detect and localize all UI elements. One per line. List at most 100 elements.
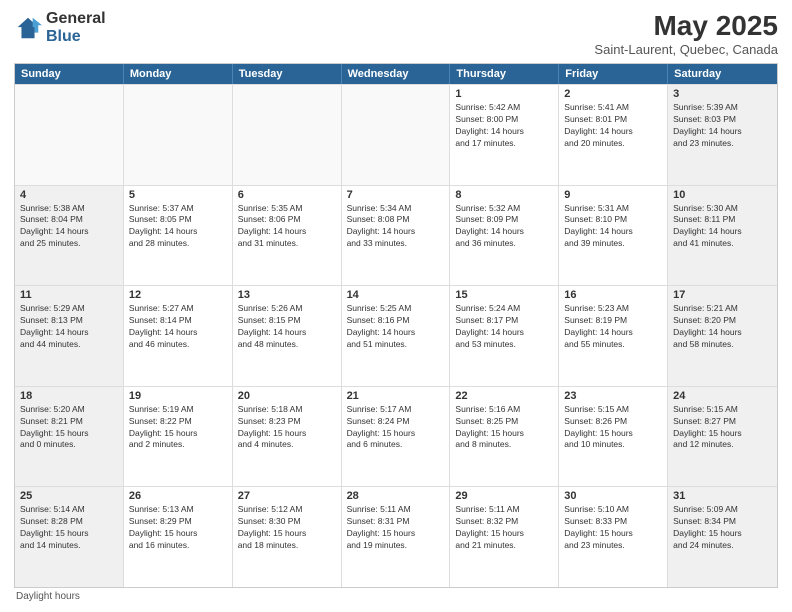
cell-line: Daylight: 15 hours [129,528,227,540]
day-number: 10 [673,189,772,201]
day-number: 5 [129,189,227,201]
cell-line: and 6 minutes. [347,439,445,451]
calendar-header: SundayMondayTuesdayWednesdayThursdayFrid… [15,64,777,84]
cell-line: and 28 minutes. [129,238,227,250]
cell-line: Daylight: 15 hours [455,528,553,540]
cell-line: Sunset: 8:06 PM [238,214,336,226]
cell-line: Sunset: 8:20 PM [673,315,772,327]
cell-line: Daylight: 14 hours [673,327,772,339]
day-number: 21 [347,390,445,402]
cell-line: Sunset: 8:26 PM [564,416,662,428]
cal-cell: 14Sunrise: 5:25 AMSunset: 8:16 PMDayligh… [342,286,451,386]
cell-line: Sunrise: 5:09 AM [673,504,772,516]
cell-line: Sunrise: 5:30 AM [673,203,772,215]
cal-cell: 17Sunrise: 5:21 AMSunset: 8:20 PMDayligh… [668,286,777,386]
header-day-monday: Monday [124,64,233,84]
cal-cell: 29Sunrise: 5:11 AMSunset: 8:32 PMDayligh… [450,487,559,587]
day-number: 25 [20,490,118,502]
cell-line: Sunset: 8:17 PM [455,315,553,327]
cell-line: Daylight: 14 hours [455,226,553,238]
day-number: 7 [347,189,445,201]
day-number: 18 [20,390,118,402]
cell-line: and 14 minutes. [20,540,118,552]
cal-cell: 19Sunrise: 5:19 AMSunset: 8:22 PMDayligh… [124,387,233,487]
cell-line: Sunrise: 5:13 AM [129,504,227,516]
cal-cell [342,85,451,185]
logo: General Blue [14,10,106,45]
cal-cell: 8Sunrise: 5:32 AMSunset: 8:09 PMDaylight… [450,186,559,286]
cal-cell: 12Sunrise: 5:27 AMSunset: 8:14 PMDayligh… [124,286,233,386]
cell-line: Sunrise: 5:15 AM [564,404,662,416]
cell-line: Sunset: 8:30 PM [238,516,336,528]
cal-cell: 31Sunrise: 5:09 AMSunset: 8:34 PMDayligh… [668,487,777,587]
day-number: 13 [238,289,336,301]
cell-line: and 58 minutes. [673,339,772,351]
cal-cell: 24Sunrise: 5:15 AMSunset: 8:27 PMDayligh… [668,387,777,487]
cell-line: Sunset: 8:29 PM [129,516,227,528]
cal-cell: 1Sunrise: 5:42 AMSunset: 8:00 PMDaylight… [450,85,559,185]
cell-line: Sunset: 8:13 PM [20,315,118,327]
cell-line: Daylight: 15 hours [564,528,662,540]
cell-line: Sunset: 8:08 PM [347,214,445,226]
day-number: 29 [455,490,553,502]
cell-line: and 19 minutes. [347,540,445,552]
cell-line: Daylight: 15 hours [347,428,445,440]
cell-line: Daylight: 14 hours [238,327,336,339]
day-number: 15 [455,289,553,301]
cell-line: and 39 minutes. [564,238,662,250]
cell-line: Sunrise: 5:20 AM [20,404,118,416]
header: General Blue May 2025 Saint-Laurent, Que… [14,10,778,57]
cell-line: Sunrise: 5:26 AM [238,303,336,315]
day-number: 16 [564,289,662,301]
cell-line: Sunset: 8:09 PM [455,214,553,226]
cal-cell: 18Sunrise: 5:20 AMSunset: 8:21 PMDayligh… [15,387,124,487]
day-number: 8 [455,189,553,201]
cell-line: Daylight: 14 hours [129,327,227,339]
cell-line: Sunrise: 5:42 AM [455,102,553,114]
cell-line: Sunrise: 5:15 AM [673,404,772,416]
cell-line: Sunset: 8:25 PM [455,416,553,428]
cell-line: Daylight: 14 hours [673,126,772,138]
cell-line: Sunset: 8:32 PM [455,516,553,528]
subtitle: Saint-Laurent, Quebec, Canada [594,42,778,57]
cell-line: Daylight: 14 hours [673,226,772,238]
week-row-3: 11Sunrise: 5:29 AMSunset: 8:13 PMDayligh… [15,285,777,386]
day-number: 19 [129,390,227,402]
cell-line: Sunset: 8:00 PM [455,114,553,126]
cell-line: Sunrise: 5:29 AM [20,303,118,315]
day-number: 28 [347,490,445,502]
cal-cell: 21Sunrise: 5:17 AMSunset: 8:24 PMDayligh… [342,387,451,487]
header-day-sunday: Sunday [15,64,124,84]
cell-line: Sunset: 8:19 PM [564,315,662,327]
cell-line: Sunrise: 5:19 AM [129,404,227,416]
cal-cell: 15Sunrise: 5:24 AMSunset: 8:17 PMDayligh… [450,286,559,386]
cell-line: Daylight: 14 hours [20,327,118,339]
cell-line: Sunrise: 5:25 AM [347,303,445,315]
day-number: 31 [673,490,772,502]
cell-line: Sunrise: 5:37 AM [129,203,227,215]
cell-line: Sunset: 8:33 PM [564,516,662,528]
cell-line: Sunset: 8:01 PM [564,114,662,126]
cal-cell: 9Sunrise: 5:31 AMSunset: 8:10 PMDaylight… [559,186,668,286]
cell-line: Daylight: 14 hours [564,327,662,339]
day-number: 23 [564,390,662,402]
cell-line: Sunset: 8:31 PM [347,516,445,528]
cell-line: Daylight: 15 hours [673,528,772,540]
header-day-tuesday: Tuesday [233,64,342,84]
cell-line: and 44 minutes. [20,339,118,351]
header-day-wednesday: Wednesday [342,64,451,84]
day-number: 6 [238,189,336,201]
cell-line: Daylight: 15 hours [455,428,553,440]
header-day-friday: Friday [559,64,668,84]
cell-line: and 2 minutes. [129,439,227,451]
day-number: 3 [673,88,772,100]
cell-line: and 23 minutes. [564,540,662,552]
cal-cell: 11Sunrise: 5:29 AMSunset: 8:13 PMDayligh… [15,286,124,386]
cell-line: and 41 minutes. [673,238,772,250]
cell-line: Sunset: 8:28 PM [20,516,118,528]
cell-line: and 31 minutes. [238,238,336,250]
cell-line: Daylight: 15 hours [129,428,227,440]
cal-cell: 7Sunrise: 5:34 AMSunset: 8:08 PMDaylight… [342,186,451,286]
cal-cell: 4Sunrise: 5:38 AMSunset: 8:04 PMDaylight… [15,186,124,286]
cell-line: Sunrise: 5:12 AM [238,504,336,516]
